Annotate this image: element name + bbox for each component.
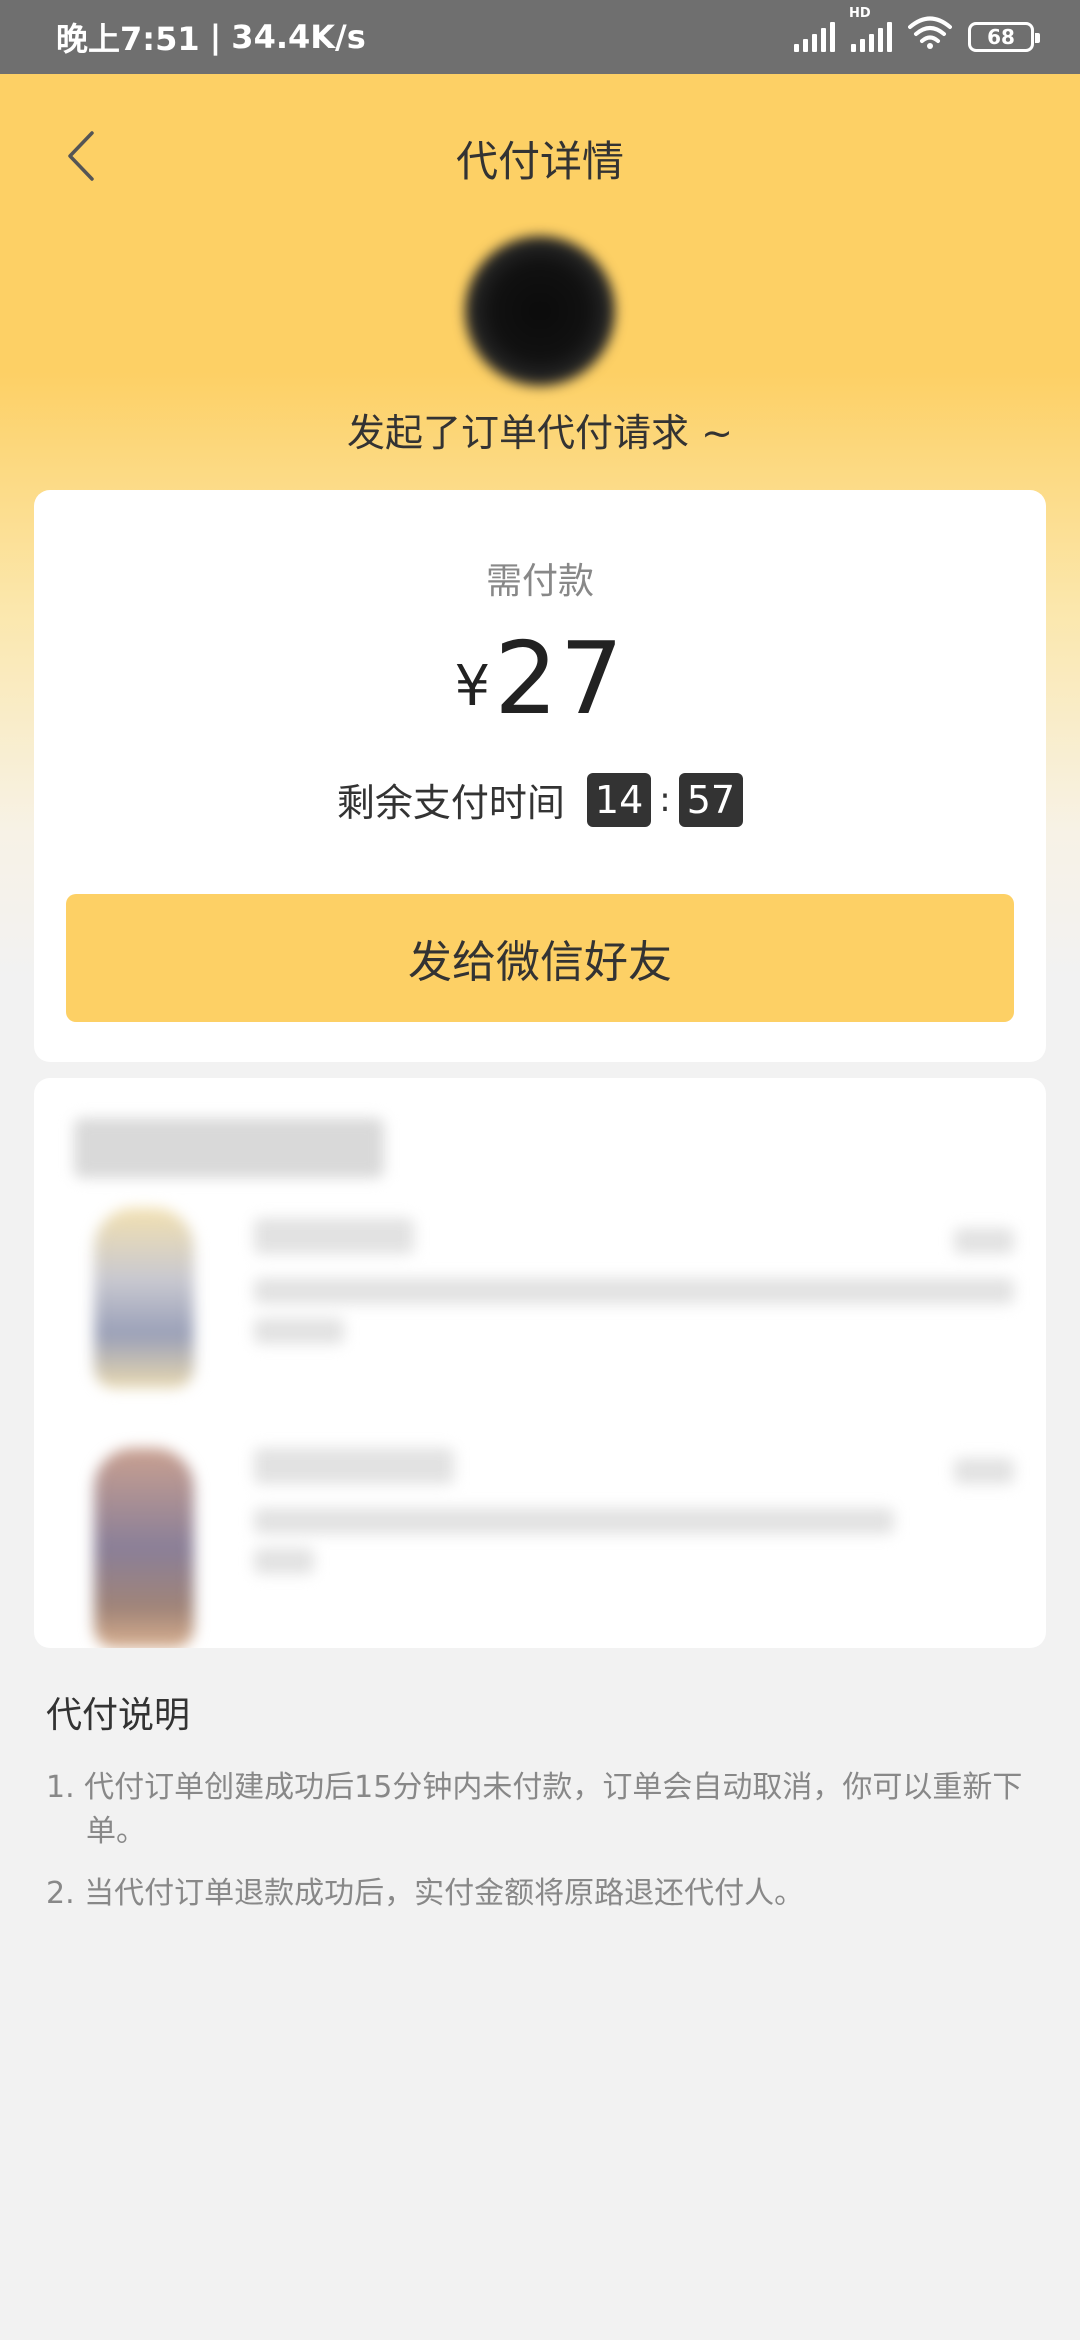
notes-item: 1. 代付订单创建成功后15分钟内未付款，订单会自动取消，你可以重新下单。: [46, 1770, 1023, 1849]
wifi-icon: [908, 16, 952, 58]
blurred-text: [954, 1458, 1014, 1484]
amount-value: 27: [494, 620, 626, 737]
timer-seconds: 57: [678, 772, 744, 827]
payment-card: 需付款 ¥27 剩余支付时间 14 : 57 发给微信好友: [34, 490, 1046, 1062]
blurred-store-name: [74, 1118, 384, 1178]
hd-label: HD: [849, 6, 871, 21]
page-title: 代付详情: [455, 137, 624, 186]
currency-symbol: ¥: [454, 654, 491, 719]
hd-signal-icon: HD: [849, 6, 892, 52]
status-time: 晚上7:51: [56, 20, 200, 58]
status-bar: 晚上7:51 | 34.4K/s HD 68: [0, 0, 1080, 74]
blurred-text: [254, 1448, 454, 1484]
blurred-text: [254, 1508, 894, 1534]
status-divider: |: [209, 18, 222, 56]
blurred-text: [254, 1278, 1014, 1304]
notes-title: 代付说明: [46, 1695, 191, 1736]
request-text: 发起了订单代付请求 ~: [347, 411, 733, 455]
blurred-text: [254, 1218, 414, 1254]
order-items-card: [34, 1078, 1046, 1648]
battery-icon: 68: [968, 22, 1040, 52]
nav-bar: 代付详情: [0, 110, 1080, 200]
amount-display: ¥27: [34, 620, 1046, 737]
timer-label: 剩余支付时间: [336, 781, 565, 825]
countdown-timer: 剩余支付时间 14 : 57: [34, 772, 1046, 827]
blurred-text: [254, 1548, 314, 1574]
blurred-text: [254, 1318, 344, 1344]
amount-label: 需付款: [485, 561, 594, 602]
signal-icon: [794, 22, 835, 52]
timer-separator: :: [659, 779, 671, 820]
share-to-wechat-button[interactable]: 发给微信好友: [66, 894, 1014, 1022]
blurred-text: [954, 1228, 1014, 1254]
status-left: 晚上7:51 | 34.4K/s: [56, 14, 366, 60]
avatar: [465, 236, 615, 386]
notes-section: 代付说明 1. 代付订单创建成功后15分钟内未付款，订单会自动取消，你可以重新下…: [46, 1686, 1046, 1916]
product-image: [94, 1208, 194, 1388]
notes-item: 2. 当代付订单退款成功后，实付金额将原路退还代付人。: [46, 1876, 805, 1911]
timer-minutes: 14: [586, 772, 652, 827]
status-right: HD 68: [794, 6, 1040, 58]
product-image: [94, 1448, 194, 1648]
network-speed: 34.4K/s: [231, 18, 366, 56]
